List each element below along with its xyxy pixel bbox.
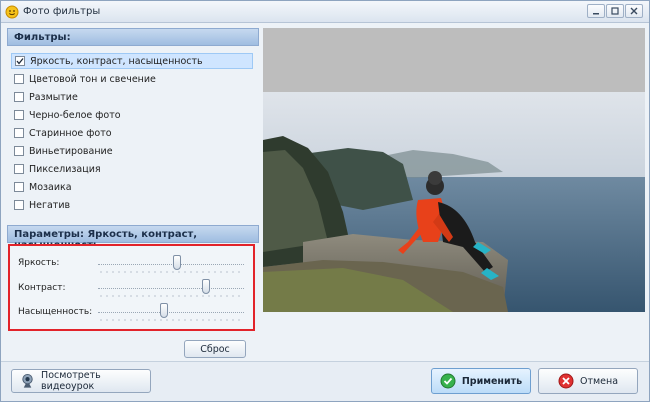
contrast-slider-thumb[interactable] — [202, 279, 211, 294]
watch-video-label: Посмотреть видеоурок — [41, 370, 101, 392]
bottom-bar: Посмотреть видеоурок Применить Отмена — [1, 361, 649, 401]
photo-preview — [263, 28, 645, 312]
checkbox[interactable] — [14, 110, 24, 120]
close-button[interactable] — [625, 4, 643, 18]
filter-item-black-white[interactable]: Черно-белое фото — [11, 107, 253, 123]
maximize-button[interactable] — [606, 4, 624, 18]
webcam-icon — [22, 373, 33, 388]
filter-label: Черно-белое фото — [29, 109, 121, 121]
params-header: Параметры: Яркость, контраст, насыщеннос… — [7, 225, 259, 251]
reset-button[interactable]: Сброс — [184, 340, 246, 358]
photo-filters-window: Фото фильтры Фильтры: Яркость, контраст,… — [0, 0, 650, 402]
checkbox[interactable] — [14, 92, 24, 102]
checkbox-checked[interactable] — [15, 56, 25, 66]
brightness-slider-thumb[interactable] — [172, 255, 181, 270]
checkbox[interactable] — [14, 128, 24, 138]
filter-label: Яркость, контраст, насыщенность — [30, 55, 203, 67]
filter-item-vintage[interactable]: Старинное фото — [11, 125, 253, 141]
apply-button[interactable]: Применить — [431, 368, 531, 394]
filter-item-mosaic[interactable]: Мозаика — [11, 179, 253, 195]
maximize-icon — [611, 7, 619, 15]
checkmark-circle-icon — [440, 373, 456, 389]
cancel-button[interactable]: Отмена — [538, 368, 638, 394]
filter-item-negative[interactable]: Негатив — [11, 197, 253, 213]
checkbox[interactable] — [14, 200, 24, 210]
filter-item-blur[interactable]: Размытие — [11, 89, 253, 105]
slider-ticks — [98, 294, 244, 298]
filter-label: Виньетирование — [29, 145, 113, 157]
minimize-icon — [593, 13, 599, 15]
checkbox[interactable] — [14, 182, 24, 192]
saturation-label: Насыщенность: — [18, 307, 93, 317]
window-title: Фото фильтры — [23, 6, 101, 17]
checkbox[interactable] — [14, 146, 24, 156]
slider-ticks — [98, 270, 244, 274]
apply-label: Применить — [461, 375, 523, 387]
slider-track[interactable] — [98, 264, 244, 265]
preview-image — [263, 92, 645, 312]
filter-label: Мозаика — [29, 181, 72, 193]
filters-header: Фильтры: — [7, 28, 259, 46]
title-bar: Фото фильтры — [1, 1, 649, 23]
slider-track[interactable] — [98, 288, 244, 289]
close-icon — [630, 7, 638, 15]
checkbox[interactable] — [14, 74, 24, 84]
slider-ticks — [98, 318, 244, 322]
minimize-button[interactable] — [587, 4, 605, 18]
filter-item-brightness-contrast-saturation[interactable]: Яркость, контраст, насыщенность — [11, 53, 253, 69]
brightness-label: Яркость: — [18, 258, 60, 268]
checkmark-icon — [16, 58, 24, 65]
filter-item-hue-glow[interactable]: Цветовой тон и свечение — [11, 71, 253, 87]
x-circle-icon — [558, 373, 574, 389]
checkbox[interactable] — [14, 164, 24, 174]
contrast-label: Контраст: — [18, 283, 66, 293]
filter-label: Пикселизация — [29, 163, 101, 175]
saturation-slider-thumb[interactable] — [159, 303, 168, 318]
params-panel: Яркость: Контраст: Насыщенность: — [8, 244, 255, 331]
cancel-label: Отмена — [579, 375, 619, 387]
smiley-icon — [5, 5, 19, 19]
filter-label: Негатив — [29, 199, 71, 211]
watch-video-button[interactable]: Посмотреть видеоурок — [11, 369, 151, 393]
filter-item-vignette[interactable]: Виньетирование — [11, 143, 253, 159]
photo-image — [263, 92, 645, 312]
slider-track[interactable] — [98, 312, 244, 313]
filter-item-pixelate[interactable]: Пикселизация — [11, 161, 253, 177]
filter-label: Старинное фото — [29, 127, 112, 139]
filter-label: Цветовой тон и свечение — [29, 73, 156, 85]
filter-label: Размытие — [29, 91, 78, 103]
